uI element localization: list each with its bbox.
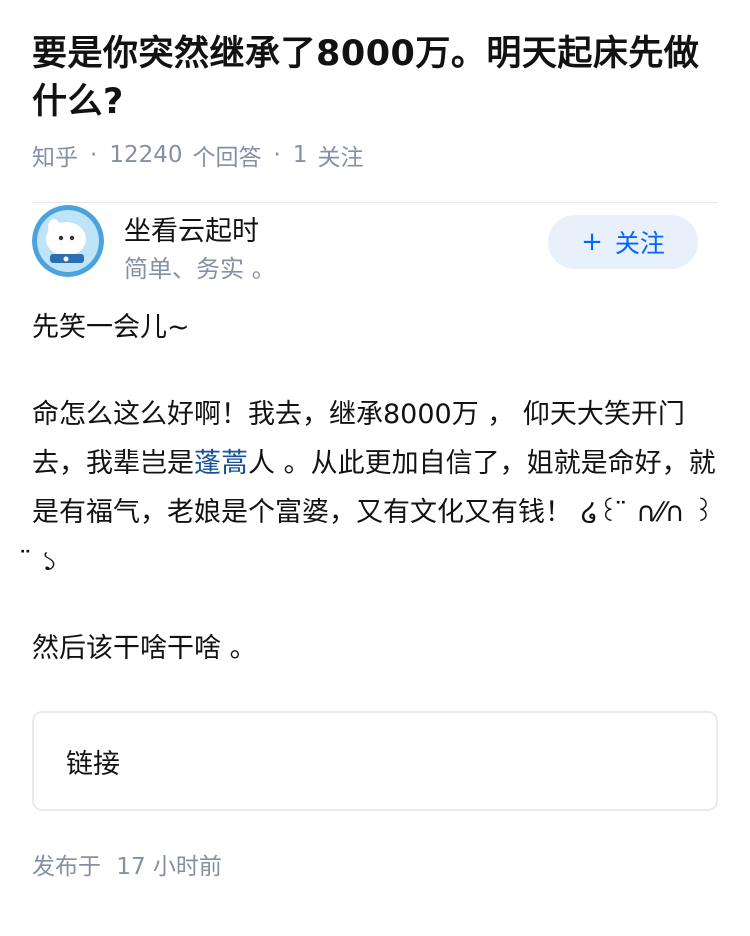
separator-dot: ·	[273, 142, 281, 168]
author-name[interactable]: 坐看云起时	[124, 209, 259, 248]
answer-content: 先笑一会儿~ 命怎么这么好啊！我去，继承8000万 ， 仰天大笑开门去，我辈岂是…	[0, 303, 750, 673]
source-label[interactable]: 知乎	[32, 138, 78, 172]
link-card[interactable]: 链接	[32, 711, 718, 811]
separator-dot: ·	[90, 142, 98, 168]
answers-count: 12240	[109, 142, 183, 168]
answer-paragraph: 命怎么这么好啊！我去，继承8000万 ， 仰天大笑开门去，我辈岂是蓬蒿人 。从此…	[32, 390, 718, 586]
author-card: 坐看云起时 简单、务实 。 + 关注	[0, 205, 750, 305]
follow-label: 关注	[317, 145, 364, 171]
answer-paragraph: 然后该干啥干啥 。	[32, 633, 257, 664]
question-header: 要是你突然继承了8000万。明天起床先做什么? 知乎 · 12240 个回答 ·…	[0, 0, 750, 203]
publish-time: 17 小时前	[116, 854, 222, 880]
divider	[32, 202, 718, 203]
avatar[interactable]	[32, 205, 104, 277]
follow-count: 1	[292, 142, 308, 168]
answer-paragraph: 先笑一会儿~	[32, 312, 190, 343]
avatar-icon	[32, 205, 104, 277]
publish-info: 发布于 17 小时前	[0, 847, 750, 881]
link-card-label: 链接	[66, 748, 120, 780]
follow-button-label: 关注	[614, 229, 665, 258]
publish-label: 发布于	[32, 854, 101, 880]
question-title[interactable]: 要是你突然继承了8000万。明天起床先做什么?	[32, 30, 718, 126]
plus-icon: +	[581, 227, 603, 257]
keyword-link[interactable]: 蓬蒿	[194, 448, 248, 479]
follow-button[interactable]: + 关注	[548, 215, 698, 269]
question-meta: 知乎 · 12240 个回答 · 1 关注	[32, 138, 718, 172]
author-bio: 简单、务实 。	[124, 255, 276, 283]
answers-label[interactable]: 个回答	[192, 138, 261, 172]
